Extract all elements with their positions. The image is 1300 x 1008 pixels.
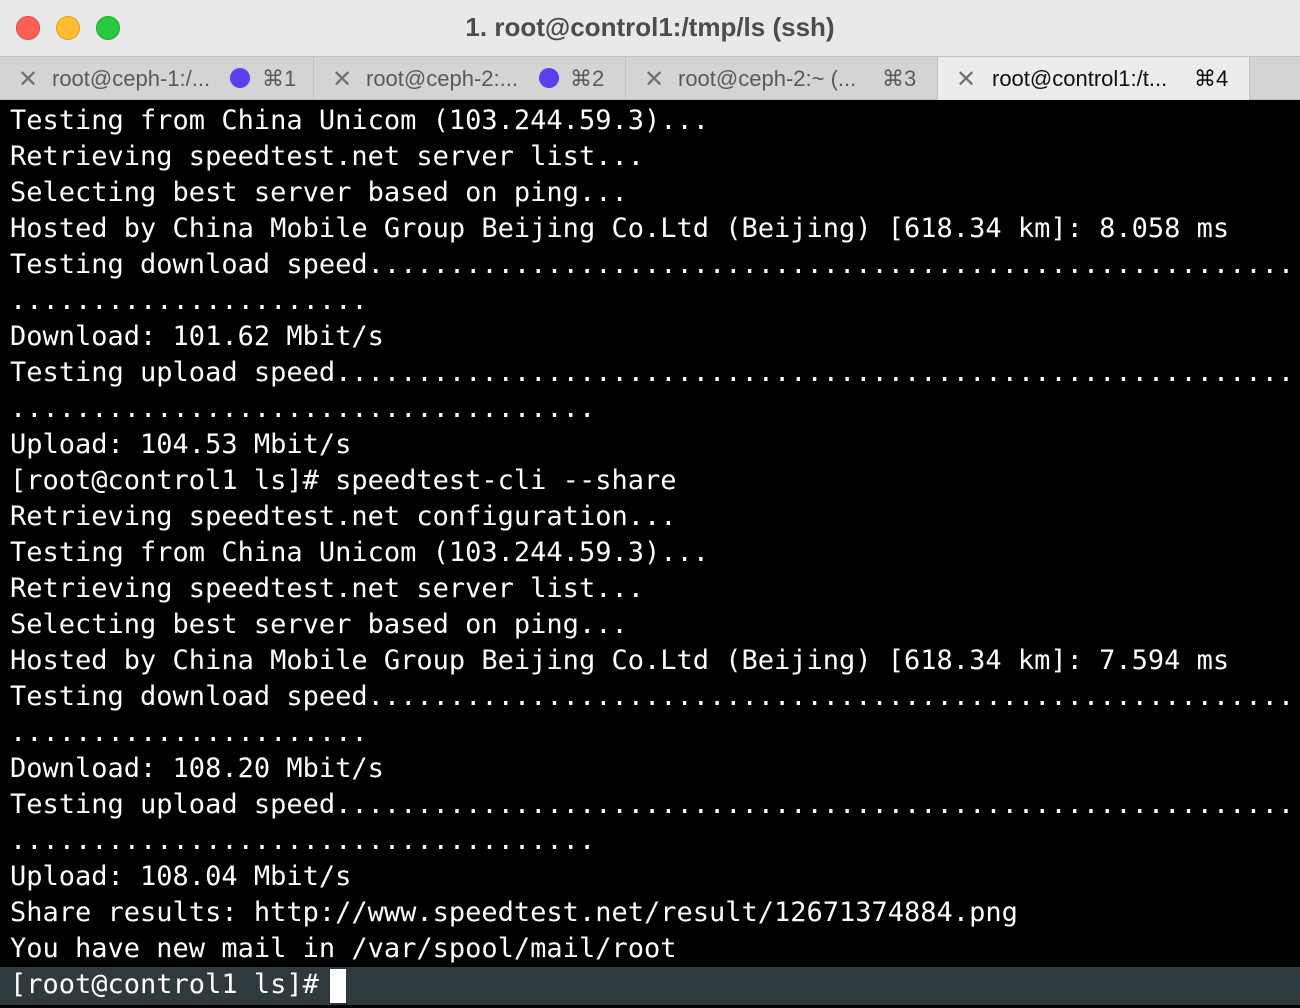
tab-shortcut: ⌘2 xyxy=(570,66,605,91)
terminal-line: Testing from China Unicom (103.244.59.3)… xyxy=(10,105,709,136)
tab-label: root@ceph-2:~ (... xyxy=(678,66,857,91)
terminal-window: 1. root@control1:/tmp/ls (ssh) ✕ root@ce… xyxy=(0,0,1300,1008)
terminal-line: Retrieving speedtest.net configuration..… xyxy=(10,501,677,532)
terminal-line: Upload: 108.04 Mbit/s xyxy=(10,861,352,892)
tab-1[interactable]: ✕ root@ceph-1:/... ⌘1 xyxy=(0,57,314,100)
close-tab-icon[interactable]: ✕ xyxy=(332,65,352,94)
tab-label: root@control1:/t... xyxy=(992,66,1168,91)
tab-shortcut: ⌘4 xyxy=(1194,66,1229,91)
terminal-line: Testing upload speed....................… xyxy=(10,789,1294,820)
close-tab-icon[interactable]: ✕ xyxy=(956,65,976,94)
terminal-line: ...................... xyxy=(10,717,368,748)
terminal-line: Selecting best server based on ping... xyxy=(10,609,628,640)
terminal-line: Share results: http://www.speedtest.net/… xyxy=(10,897,1018,928)
terminal-line: Selecting best server based on ping... xyxy=(10,177,628,208)
tab-2[interactable]: ✕ root@ceph-2:... ⌘2 xyxy=(314,57,626,100)
activity-dot-icon xyxy=(230,68,250,88)
terminal-line: [root@control1 ls]# speedtest-cli --shar… xyxy=(10,465,677,496)
terminal-line: Testing download speed..................… xyxy=(10,249,1294,280)
terminal-line: Download: 108.20 Mbit/s xyxy=(10,753,384,784)
terminal-line: .................................... xyxy=(10,825,596,856)
terminal-line: Retrieving speedtest.net server list... xyxy=(10,141,644,172)
terminal-line: Download: 101.62 Mbit/s xyxy=(10,321,384,352)
terminal-line: ...................... xyxy=(10,285,368,316)
terminal-line: Upload: 104.53 Mbit/s xyxy=(10,429,352,460)
shell-prompt: [root@control1 ls]# xyxy=(10,969,319,1000)
tab-shortcut: ⌘1 xyxy=(262,66,297,91)
title-bar[interactable]: 1. root@control1:/tmp/ls (ssh) xyxy=(0,0,1300,56)
terminal-line: Retrieving speedtest.net server list... xyxy=(10,573,644,604)
terminal-line: .................................... xyxy=(10,393,596,424)
activity-dot-icon xyxy=(539,68,559,88)
terminal-line: Hosted by China Mobile Group Beijing Co.… xyxy=(10,213,1230,244)
tab-label: root@ceph-2:... xyxy=(366,66,518,91)
close-tab-icon[interactable]: ✕ xyxy=(18,65,38,94)
terminal-line: Testing upload speed....................… xyxy=(10,357,1294,388)
text-cursor xyxy=(330,969,346,1003)
tab-shortcut: ⌘3 xyxy=(882,66,917,91)
window-title: 1. root@control1:/tmp/ls (ssh) xyxy=(465,12,835,42)
tab-4[interactable]: ✕ root@control1:/t... ⌘4 xyxy=(938,57,1250,100)
terminal-line: Testing download speed..................… xyxy=(10,681,1294,712)
terminal-line: Testing from China Unicom (103.244.59.3)… xyxy=(10,537,709,568)
terminal-line: You have new mail in /var/spool/mail/roo… xyxy=(10,933,677,964)
terminal-line: Hosted by China Mobile Group Beijing Co.… xyxy=(10,645,1230,676)
close-tab-icon[interactable]: ✕ xyxy=(644,65,664,94)
tab-3[interactable]: ✕ root@ceph-2:~ (... ⌘3 xyxy=(626,57,938,100)
tab-label: root@ceph-1:/... xyxy=(52,66,211,91)
tab-bar: ✕ root@ceph-1:/... ⌘1 ✕ root@ceph-2:... … xyxy=(0,56,1300,100)
